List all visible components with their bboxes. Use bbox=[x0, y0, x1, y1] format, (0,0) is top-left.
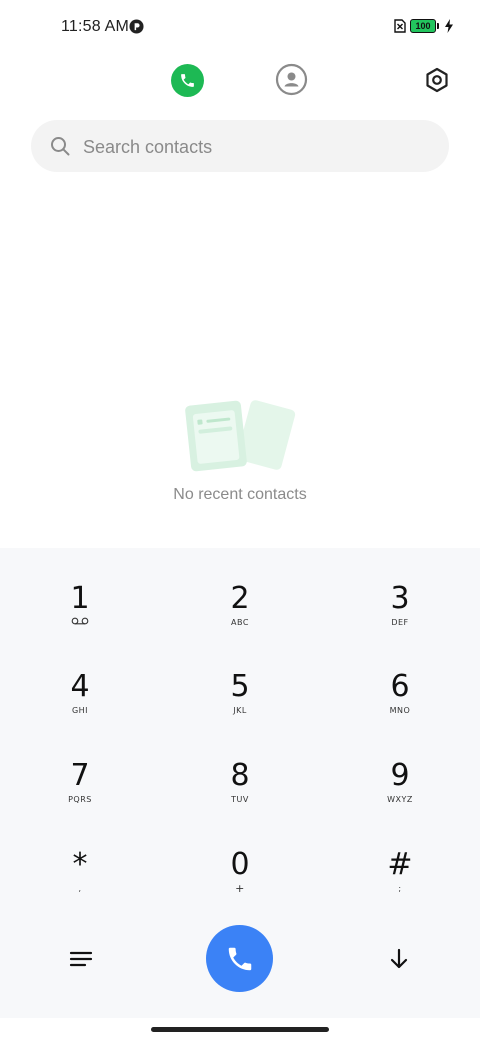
status-time: 11:58 AM bbox=[61, 18, 130, 35]
search-icon bbox=[51, 137, 70, 156]
key-letters: GHI bbox=[71, 706, 89, 715]
status-bar: 11:58 AM 100 bbox=[0, 0, 480, 56]
key-letters: , bbox=[78, 884, 82, 893]
status-icons: 100 bbox=[394, 19, 454, 33]
dialpad-actions bbox=[0, 925, 480, 995]
key-1[interactable]: 1 bbox=[0, 548, 160, 636]
key-star[interactable]: * , bbox=[0, 814, 160, 902]
search-input[interactable] bbox=[81, 120, 435, 174]
key-hash[interactable]: # ; bbox=[320, 814, 480, 902]
arrow-down-icon[interactable] bbox=[385, 945, 413, 973]
key-letters: DEF bbox=[391, 618, 409, 627]
tab-recents[interactable] bbox=[171, 64, 204, 97]
call-button[interactable] bbox=[206, 925, 273, 992]
key-digit: 5 bbox=[230, 669, 250, 704]
key-8[interactable]: 8 TUV bbox=[160, 725, 320, 813]
home-indicator[interactable] bbox=[151, 1027, 329, 1032]
key-9[interactable]: 9 WXYZ bbox=[320, 725, 480, 813]
key-digit: 2 bbox=[230, 581, 250, 616]
key-digit: 9 bbox=[390, 758, 410, 793]
charging-bolt-icon bbox=[445, 19, 453, 33]
key-digit: 1 bbox=[70, 581, 90, 616]
notification-p-icon bbox=[129, 19, 144, 34]
key-3[interactable]: 3 DEF bbox=[320, 548, 480, 636]
tab-contacts[interactable] bbox=[275, 63, 308, 96]
key-7[interactable]: 7 PQRS bbox=[0, 725, 160, 813]
key-digit: 4 bbox=[70, 669, 90, 704]
settings-button[interactable] bbox=[423, 66, 451, 94]
key-5[interactable]: 5 JKL bbox=[160, 636, 320, 724]
empty-state-text: No recent contacts bbox=[173, 486, 307, 503]
dialer-screen: 11:58 AM 100 Search contacts No recent c… bbox=[0, 0, 480, 1040]
key-digit: 0 bbox=[230, 847, 250, 882]
key-digit: 7 bbox=[70, 758, 90, 793]
key-4[interactable]: 4 GHI bbox=[0, 636, 160, 724]
menu-icon[interactable] bbox=[67, 947, 95, 971]
search-bar[interactable] bbox=[31, 120, 449, 174]
key-letters: JKL bbox=[233, 706, 247, 715]
top-bar bbox=[0, 56, 480, 106]
person-icon bbox=[275, 63, 308, 96]
contact-cards-icon bbox=[185, 400, 296, 472]
key-digit: 6 bbox=[390, 669, 410, 704]
battery-icon: 100 bbox=[410, 19, 439, 33]
voicemail-icon bbox=[71, 617, 89, 625]
key-letters: ; bbox=[398, 884, 402, 893]
key-letters: TUV bbox=[231, 795, 249, 804]
key-digit: 3 bbox=[390, 581, 410, 616]
key-letters: PQRS bbox=[68, 795, 92, 804]
phone-icon bbox=[181, 74, 194, 87]
sim-off-icon bbox=[394, 19, 406, 33]
key-letters: ABC bbox=[231, 618, 249, 627]
key-6[interactable]: 6 MNO bbox=[320, 636, 480, 724]
phone-icon bbox=[228, 947, 251, 970]
key-2[interactable]: 2 ABC bbox=[160, 548, 320, 636]
key-digit: * bbox=[72, 847, 88, 882]
key-digit: 8 bbox=[230, 758, 250, 793]
gear-icon bbox=[426, 67, 448, 93]
key-digit: # bbox=[387, 847, 413, 882]
key-letters: MNO bbox=[389, 706, 411, 715]
key-0[interactable]: 0 + bbox=[160, 814, 320, 902]
key-letters: + bbox=[235, 882, 245, 895]
key-letters: WXYZ bbox=[387, 795, 413, 804]
